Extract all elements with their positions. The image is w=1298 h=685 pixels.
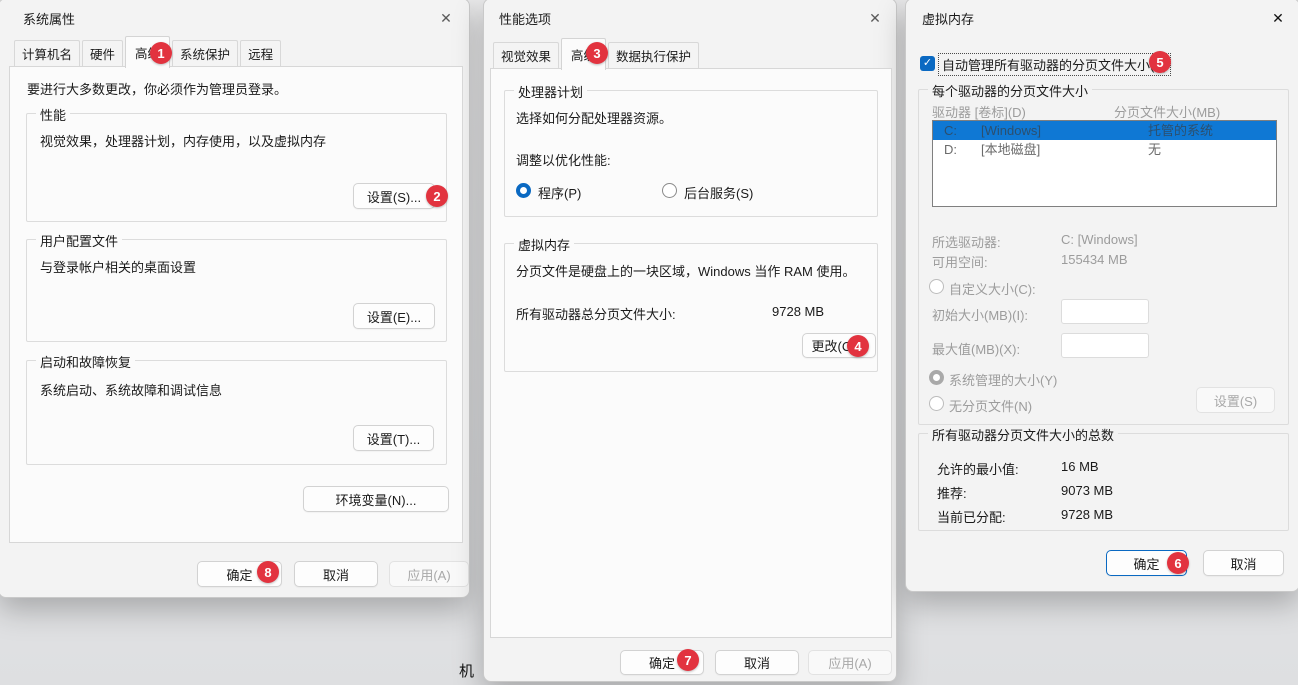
recommended-label: 推荐:: [937, 483, 967, 502]
max-size-label: 最大值(MB)(X):: [932, 339, 1020, 358]
allocated-label: 当前已分配:: [937, 507, 1006, 526]
tabstrip: 计算机名 硬件 高级 系统保护 远程: [14, 41, 283, 67]
apply-button[interactable]: 应用(A): [808, 650, 892, 675]
drive-volume: [本地磁盘]: [981, 140, 1040, 159]
initial-size-label: 初始大小(MB)(I):: [932, 305, 1028, 324]
group-label: 每个驱动器的分页文件大小: [928, 81, 1092, 100]
dialog-title: 虚拟内存: [922, 9, 974, 28]
startup-settings-button[interactable]: 设置(T)...: [353, 425, 434, 451]
totals-group: 所有驱动器分页文件大小的总数 允许的最小值: 16 MB 推荐: 9073 MB…: [918, 433, 1289, 531]
auto-manage-checkbox[interactable]: ✓: [920, 56, 935, 71]
processor-scheduling-group: 处理器计划 选择如何分配处理器资源。 调整以优化性能: 程序(P) 后台服务(S…: [504, 90, 878, 217]
per-drive-pagefile-group: 每个驱动器的分页文件大小 驱动器 [卷标](D) 分页文件大小(MB) C: […: [918, 89, 1289, 425]
group-label: 虚拟内存: [514, 235, 574, 254]
drive-letter: D:: [944, 140, 957, 159]
user-profiles-settings-button[interactable]: 设置(E)...: [353, 303, 435, 329]
size-column-header: 分页文件大小(MB): [1114, 102, 1220, 121]
drive-row-d[interactable]: D: [本地磁盘] 无: [933, 140, 1276, 159]
close-icon[interactable]: ✕: [862, 7, 888, 29]
total-pagefile-value: 9728 MB: [772, 304, 824, 319]
min-allowed-label: 允许的最小值:: [937, 459, 1019, 478]
max-size-input[interactable]: [1061, 333, 1149, 358]
total-pagefile-label: 所有驱动器总分页文件大小:: [516, 304, 676, 323]
startup-recovery-group: 启动和故障恢复 系统启动、系统故障和调试信息 设置(T)...: [26, 360, 447, 465]
system-managed-radio-label: 系统管理的大小(Y): [949, 370, 1057, 389]
performance-options-dialog: 性能选项 ✕ 视觉效果 高级 数据执行保护 处理器计划 选择如何分配处理器资源。…: [483, 0, 897, 682]
annotation-badge-5: 5: [1149, 51, 1171, 73]
cancel-button[interactable]: 取消: [715, 650, 799, 675]
system-managed-radio[interactable]: [929, 370, 944, 385]
pagefile-desc: 分页文件是硬盘上的一块区域，Windows 当作 RAM 使用。: [516, 261, 855, 280]
drive-pagefile-size: 托管的系统: [1148, 121, 1213, 140]
free-space-value: 155434 MB: [1061, 252, 1128, 267]
annotation-badge-2: 2: [426, 185, 448, 207]
background-services-radio-label: 后台服务(S): [684, 183, 753, 202]
set-button[interactable]: 设置(S): [1196, 387, 1275, 413]
group-label: 性能: [36, 105, 70, 124]
selected-drive-value: C: [Windows]: [1061, 232, 1138, 247]
drive-volume: [Windows]: [981, 121, 1041, 140]
annotation-badge-3: 3: [586, 42, 608, 64]
drive-row-c[interactable]: C: [Windows] 托管的系统: [933, 121, 1276, 140]
apply-button[interactable]: 应用(A): [389, 561, 469, 587]
no-pagefile-radio-label: 无分页文件(N): [949, 396, 1032, 415]
user-profiles-group: 用户配置文件 与登录帐户相关的桌面设置 设置(E)...: [26, 239, 447, 342]
environment-variables-button[interactable]: 环境变量(N)...: [303, 486, 449, 512]
min-allowed-value: 16 MB: [1061, 459, 1099, 474]
tab-remote[interactable]: 远程: [240, 40, 281, 67]
virtual-memory-dialog: 虚拟内存 ✕ ✓ 自动管理所有驱动器的分页文件大小(A) 每个驱动器的分页文件大…: [905, 0, 1298, 592]
free-space-label: 可用空间:: [932, 252, 988, 271]
initial-size-input[interactable]: [1061, 299, 1149, 324]
performance-settings-button[interactable]: 设置(S)...: [353, 183, 435, 209]
performance-desc: 视觉效果，处理器计划，内存使用，以及虚拟内存: [40, 131, 326, 150]
admin-login-note: 要进行大多数更改，你必须作为管理员登录。: [27, 79, 287, 98]
annotation-badge-7: 7: [677, 649, 699, 671]
annotation-badge-4: 4: [847, 335, 869, 357]
auto-manage-checkbox-label[interactable]: 自动管理所有驱动器的分页文件大小(A): [939, 54, 1170, 75]
close-icon[interactable]: ✕: [1265, 7, 1291, 29]
annotation-badge-1: 1: [150, 42, 172, 64]
startup-recovery-desc: 系统启动、系统故障和调试信息: [40, 380, 222, 399]
cancel-button[interactable]: 取消: [1203, 550, 1284, 576]
processor-desc: 选择如何分配处理器资源。: [516, 108, 672, 127]
drive-list[interactable]: C: [Windows] 托管的系统 D: [本地磁盘] 无: [932, 120, 1277, 207]
selected-drive-label: 所选驱动器:: [932, 232, 1001, 251]
recommended-value: 9073 MB: [1061, 483, 1113, 498]
programs-radio[interactable]: [516, 183, 531, 198]
dialog-title: 性能选项: [499, 9, 551, 28]
group-label: 启动和故障恢复: [36, 352, 135, 371]
tab-system-protection[interactable]: 系统保护: [172, 40, 238, 67]
adjust-label: 调整以优化性能:: [516, 150, 611, 169]
drive-column-header: 驱动器 [卷标](D): [932, 102, 1026, 121]
no-pagefile-radio[interactable]: [929, 396, 944, 411]
annotation-badge-8: 8: [257, 561, 279, 583]
dialog-title: 系统属性: [23, 9, 75, 28]
tab-visual-effects[interactable]: 视觉效果: [493, 42, 559, 69]
drive-letter: C:: [944, 121, 957, 140]
background-services-radio[interactable]: [662, 183, 677, 198]
close-icon[interactable]: ✕: [433, 7, 459, 29]
cancel-button[interactable]: 取消: [294, 561, 378, 587]
virtual-memory-group: 虚拟内存 分页文件是硬盘上的一块区域，Windows 当作 RAM 使用。 所有…: [504, 243, 878, 372]
background-text-fragment: 机: [459, 660, 474, 681]
programs-radio-label: 程序(P): [538, 183, 581, 202]
annotation-badge-6: 6: [1167, 552, 1189, 574]
drive-pagefile-size: 无: [1148, 140, 1161, 159]
performance-group: 性能 视觉效果，处理器计划，内存使用，以及虚拟内存 设置(S)...: [26, 113, 447, 222]
group-label: 用户配置文件: [36, 231, 122, 250]
group-label: 处理器计划: [514, 82, 587, 101]
tab-computer-name[interactable]: 计算机名: [14, 40, 80, 67]
tab-dep[interactable]: 数据执行保护: [608, 42, 699, 69]
group-label: 所有驱动器分页文件大小的总数: [928, 425, 1118, 444]
tab-hardware[interactable]: 硬件: [82, 40, 123, 67]
allocated-value: 9728 MB: [1061, 507, 1113, 522]
system-properties-dialog: 系统属性 ✕ 计算机名 硬件 高级 系统保护 远程 要进行大多数更改，你必须作为…: [0, 0, 470, 598]
user-profiles-desc: 与登录帐户相关的桌面设置: [40, 257, 196, 276]
custom-size-radio-label: 自定义大小(C):: [949, 279, 1036, 298]
custom-size-radio[interactable]: [929, 279, 944, 294]
